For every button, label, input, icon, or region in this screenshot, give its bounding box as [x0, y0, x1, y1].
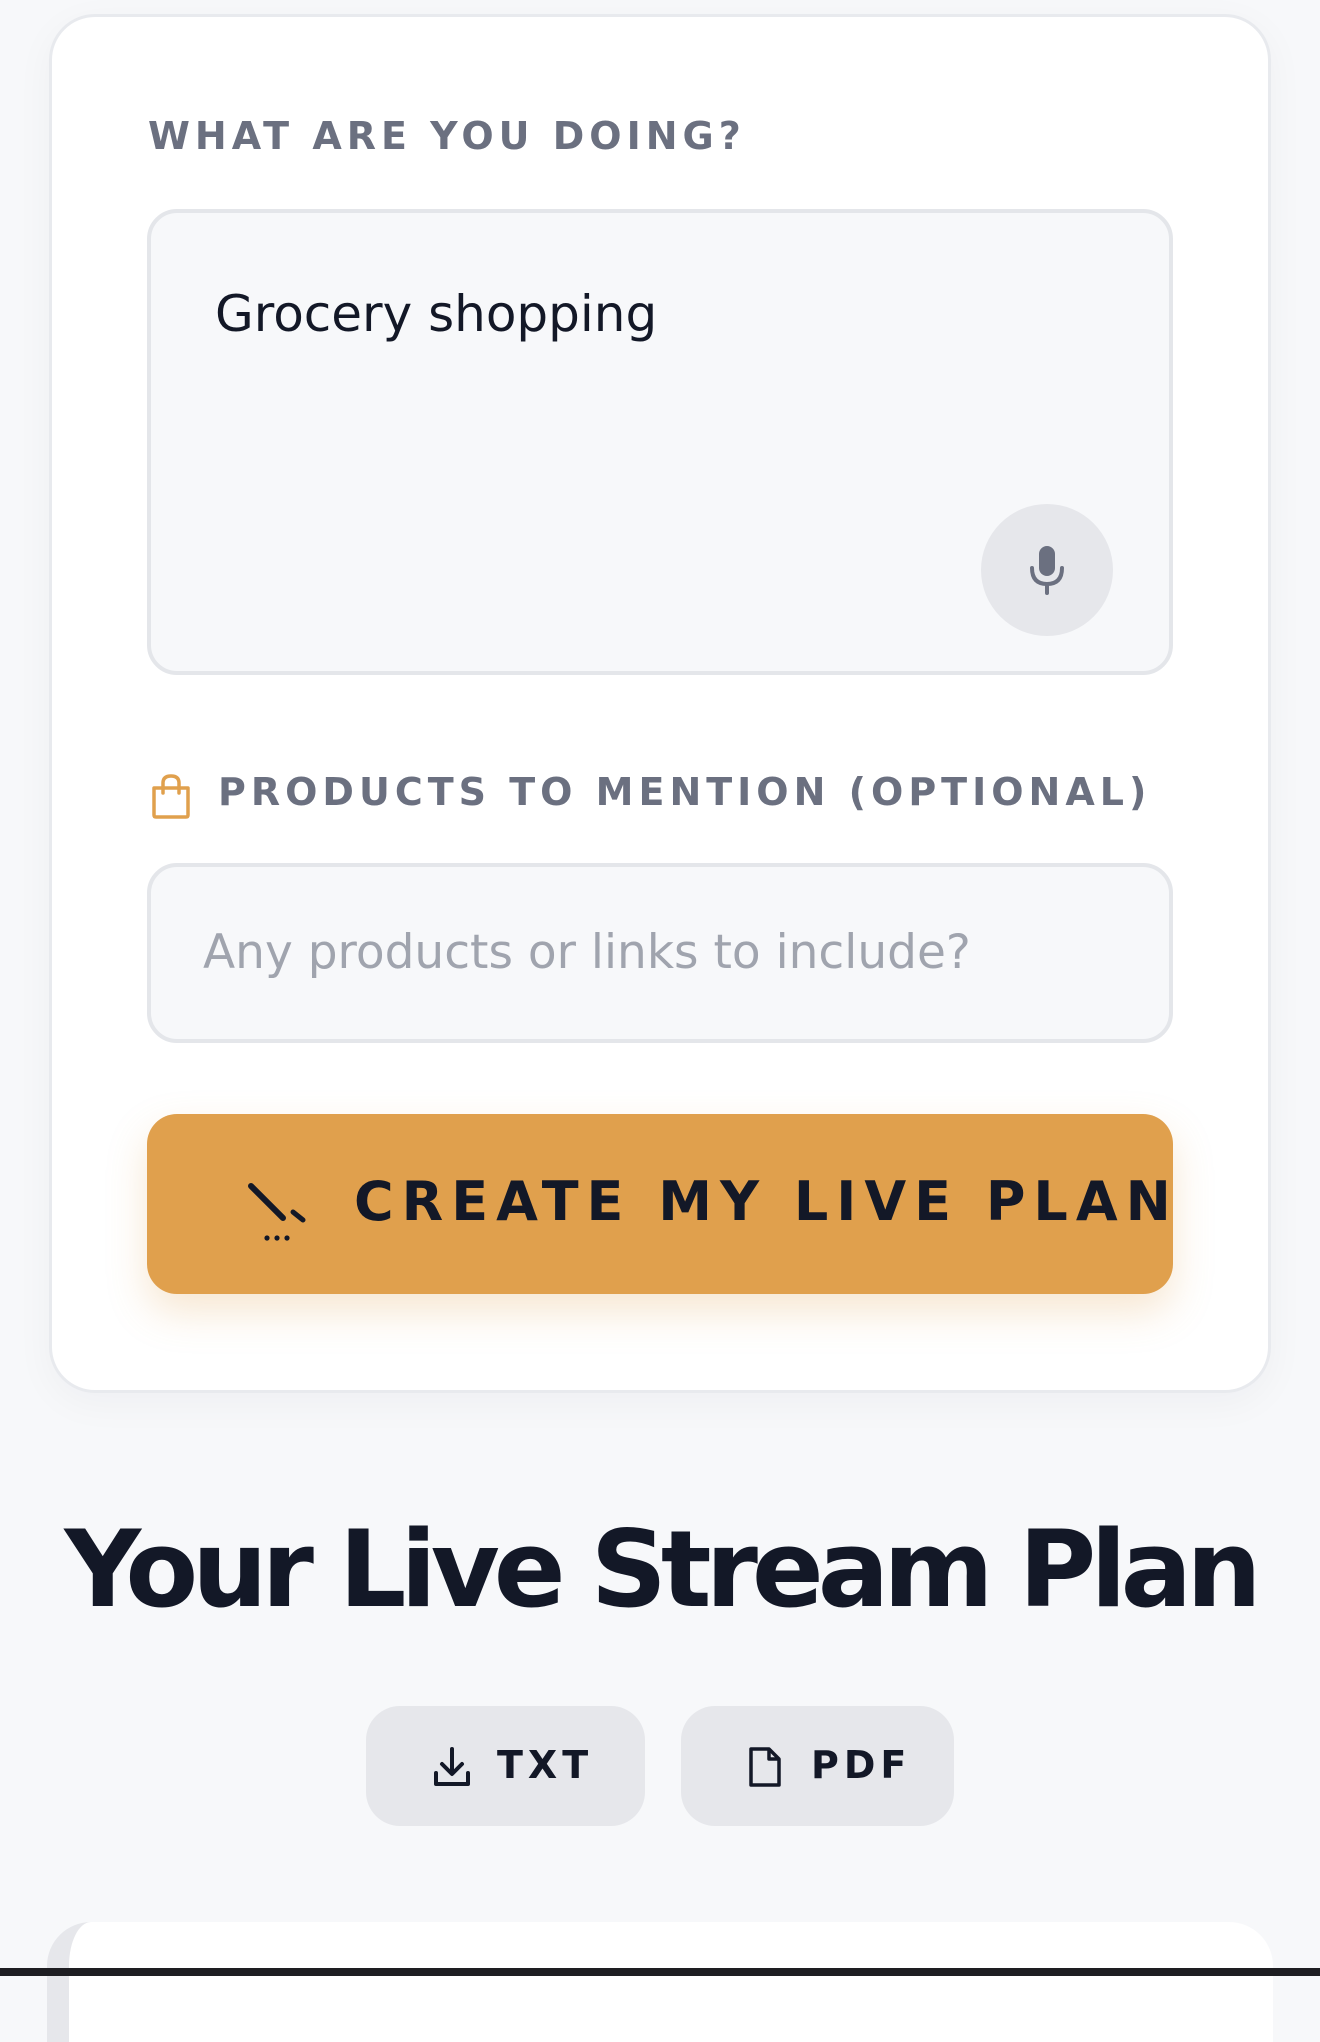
- plan-content-card: [47, 1922, 1273, 2042]
- activity-textarea-value[interactable]: Grocery shopping: [215, 285, 657, 343]
- products-label: PRODUCTS TO MENTION (OPTIONAL): [218, 770, 1152, 814]
- products-input[interactable]: Any products or links to include?: [147, 863, 1173, 1043]
- download-icon: [434, 1747, 470, 1786]
- microphone-icon: [1030, 546, 1064, 595]
- document-icon: [749, 1747, 781, 1787]
- bottom-bar: [0, 1968, 1320, 1976]
- export-txt-button[interactable]: TXT: [366, 1706, 645, 1826]
- create-plan-label: CREATE MY LIVE PLAN: [354, 1170, 1179, 1233]
- magic-wand-icon: [248, 1183, 306, 1241]
- products-input-placeholder[interactable]: Any products or links to include?: [203, 925, 971, 980]
- plan-title: Your Live Stream Plan: [64, 1508, 1261, 1631]
- create-plan-button[interactable]: CREATE MY LIVE PLAN: [147, 1114, 1173, 1294]
- microphone-button[interactable]: [981, 504, 1113, 636]
- activity-label: WHAT ARE YOU DOING?: [148, 114, 746, 158]
- activity-textarea[interactable]: Grocery shopping: [147, 209, 1173, 675]
- export-pdf-button[interactable]: PDF: [681, 1706, 954, 1826]
- shopping-bag-icon: [152, 774, 190, 819]
- export-txt-label: TXT: [497, 1743, 594, 1787]
- export-pdf-label: PDF: [811, 1743, 912, 1787]
